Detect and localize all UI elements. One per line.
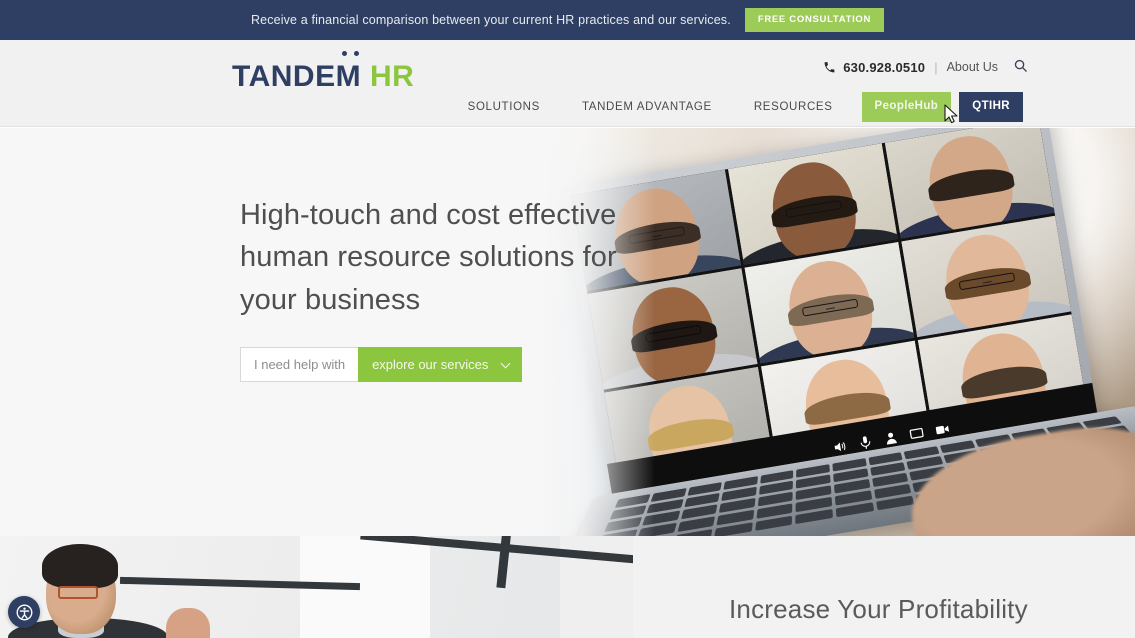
- utility-separator: |: [934, 59, 938, 75]
- phone-number: 630.928.0510: [843, 59, 926, 75]
- nav-item-resources[interactable]: RESOURCES: [733, 101, 854, 113]
- person-hair: [42, 544, 118, 588]
- office-photo: [0, 536, 633, 638]
- screen-share-icon[interactable]: [908, 425, 925, 442]
- hero-content: High-touch and cost effective human reso…: [240, 194, 660, 382]
- utility-nav: 630.928.0510 | About Us: [823, 58, 1028, 76]
- video-camera-icon[interactable]: [934, 421, 951, 438]
- accessibility-icon: [15, 603, 34, 622]
- about-us-link[interactable]: About Us: [947, 60, 998, 74]
- person-hand: [166, 608, 210, 638]
- profitability-copy: Increase Your Profitability: [633, 536, 1135, 638]
- qtihr-button[interactable]: QTIHR: [959, 92, 1023, 122]
- nav-item-solutions[interactable]: SOLUTIONS: [447, 101, 561, 113]
- hero-headline: High-touch and cost effective human reso…: [240, 199, 617, 316]
- profitability-section: Increase Your Profitability: [0, 536, 1135, 638]
- announcement-bar: Receive a financial comparison between y…: [0, 0, 1135, 40]
- logo-dot-left: [342, 51, 348, 56]
- phone-icon: [823, 61, 836, 74]
- need-help-label: I need help with: [240, 346, 359, 382]
- explore-services-select[interactable]: explore our services: [358, 346, 523, 382]
- hero-service-form: I need help with explore our services: [240, 346, 660, 382]
- chevron-down-icon: [500, 359, 511, 369]
- site-header: TANDEM HR 630.928.0510 | About Us SOLUTI…: [0, 40, 1135, 127]
- search-icon: [1013, 58, 1028, 76]
- person-icon[interactable]: [883, 429, 900, 446]
- speaker-icon[interactable]: [832, 438, 849, 455]
- person-glasses: [58, 586, 98, 599]
- page-root: Receive a financial comparison between y…: [0, 0, 1135, 638]
- accessibility-widget-button[interactable]: [8, 596, 40, 628]
- microphone-icon[interactable]: [857, 433, 874, 450]
- logo-dot-right: [354, 51, 360, 56]
- profitability-heading: Increase Your Profitability: [729, 594, 1028, 624]
- hero-section: High-touch and cost effective human reso…: [0, 128, 1135, 536]
- announcement-text: Receive a financial comparison between y…: [250, 13, 731, 27]
- search-button[interactable]: [1007, 58, 1028, 76]
- peoplehub-button[interactable]: PeopleHub: [861, 92, 952, 122]
- explore-services-value: explore our services: [372, 356, 489, 372]
- logo[interactable]: TANDEM HR: [232, 51, 415, 93]
- nav-item-tandem-advantage[interactable]: TANDEM ADVANTAGE: [561, 101, 733, 113]
- main-navigation: SOLUTIONS TANDEM ADVANTAGE RESOURCES Peo…: [447, 92, 1023, 122]
- phone-link[interactable]: 630.928.0510: [823, 60, 925, 75]
- logo-secondary: HR: [369, 60, 415, 93]
- logo-primary: TANDEM: [232, 51, 361, 93]
- free-consultation-button[interactable]: FREE CONSULTATION: [744, 8, 885, 32]
